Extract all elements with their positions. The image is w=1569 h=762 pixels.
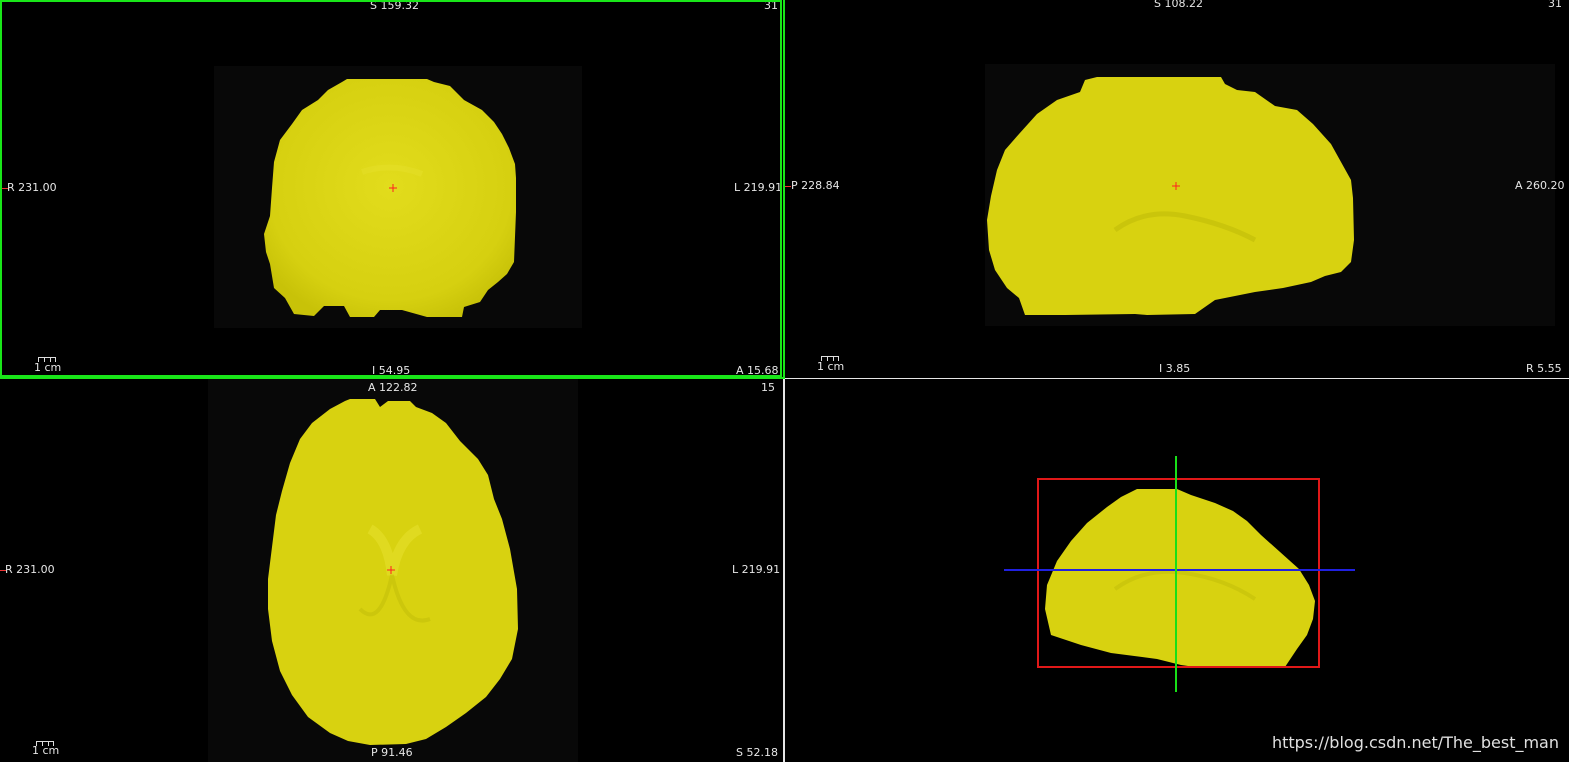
orientation-label-right: A 260.20 [1515,179,1565,192]
orientation-label-bottom: I 54.95 [372,364,411,377]
coronal-viewport[interactable]: S 159.32 I 54.95 R 231.00 L 219.91 31 A … [0,0,782,377]
axial-viewport[interactable]: A 122.82 P 91.46 R 231.00 L 219.91 15 S … [0,379,783,762]
orientation-label-top: S 108.22 [1154,0,1203,10]
coronal-brain-image [214,66,582,328]
slice-number: 15 [761,381,775,394]
3d-viewport[interactable] [785,379,1569,762]
watermark-url: https://blog.csdn.net/The_best_man [1271,733,1559,752]
orientation-label-bottom: I 3.85 [1159,362,1191,375]
orientation-label-left: P 228.84 [791,179,840,192]
corner-coordinate: A 15.68 [736,364,779,377]
orientation-label-bottom: P 91.46 [371,746,413,759]
3d-render-image [1004,456,1355,692]
orientation-label-top: S 159.32 [370,0,419,12]
slice-number: 31 [1548,0,1562,10]
orientation-label-left: R 231.00 [7,181,57,194]
orientation-label-top: A 122.82 [368,381,418,394]
corner-coordinate: R 5.55 [1526,362,1562,375]
scale-label: 1 cm [34,361,62,374]
slice-number: 31 [764,0,778,12]
orientation-label-left: R 231.00 [5,563,55,576]
sagittal-viewport[interactable]: S 108.22 I 3.85 P 228.84 A 260.20 31 R 5… [785,0,1569,378]
scale-label: 1 cm [817,360,845,373]
sagittal-brain-image [985,64,1555,326]
axial-brain-image [208,379,578,762]
scale-label: 1 cm [32,744,60,757]
corner-coordinate: S 52.18 [736,746,778,759]
orientation-label-right: L 219.91 [734,181,782,194]
orientation-label-right: L 219.91 [732,563,781,576]
